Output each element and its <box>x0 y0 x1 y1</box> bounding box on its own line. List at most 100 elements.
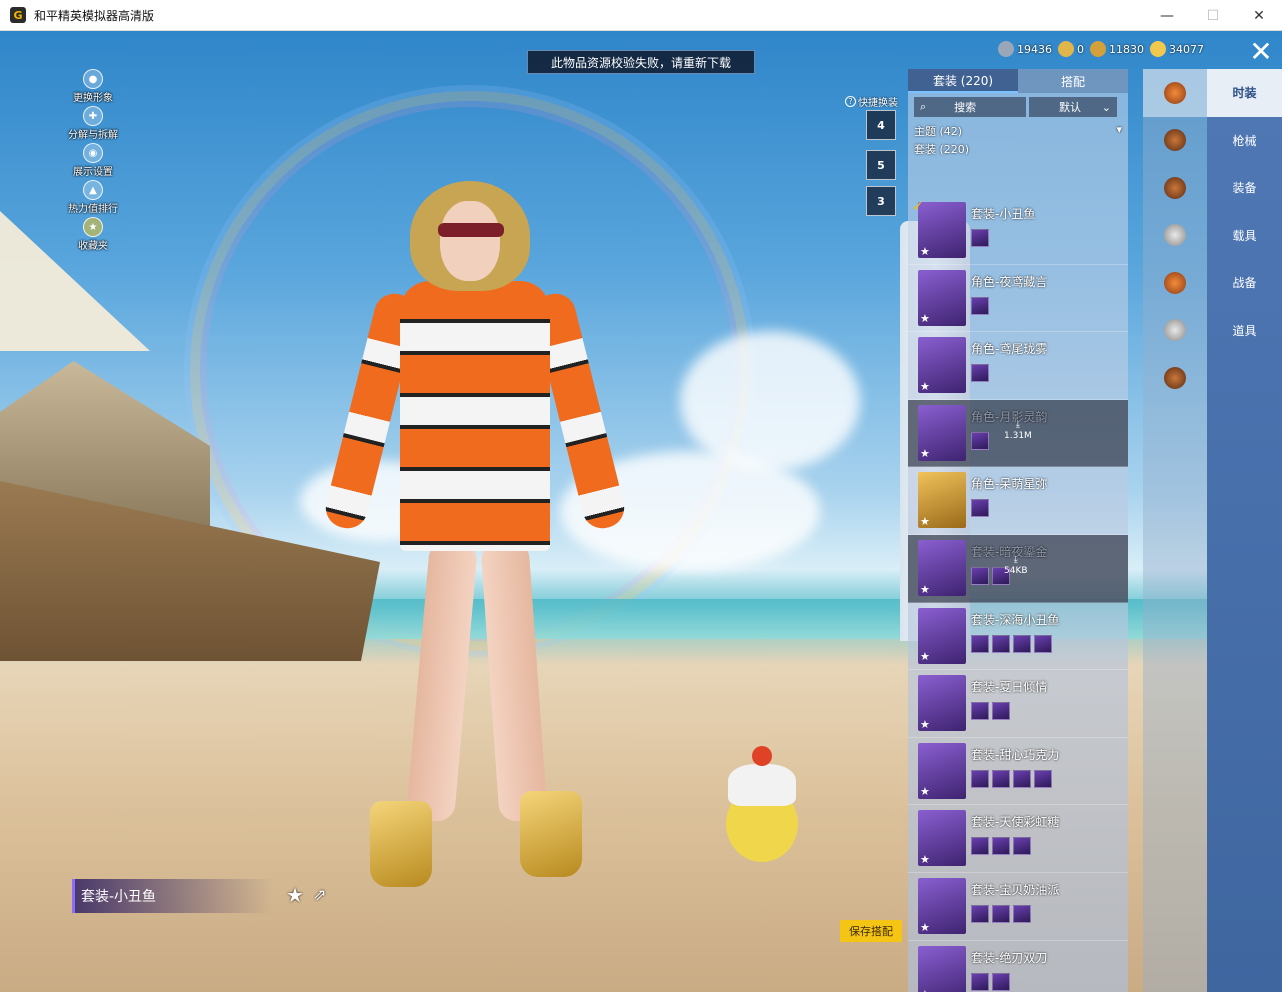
download-button[interactable]: ⤓ 1.31M <box>1004 420 1032 442</box>
mask-icon <box>1164 224 1186 247</box>
currency-value: 19436 <box>1017 42 1052 56</box>
currency-value: 11830 <box>1109 42 1144 56</box>
outfit-row[interactable]: ★ 套装-深海小丑鱼 <box>908 603 1128 671</box>
sort-value: 默认 <box>1059 101 1081 114</box>
nav-equipment[interactable]: 装备 <box>1207 164 1282 212</box>
outfit-row[interactable]: ★ 角色-鸢尾珑雾 <box>908 332 1128 400</box>
heat-ranking-button[interactable]: ▲ 热力值排行 <box>58 180 128 217</box>
caret-down-icon: ▾ <box>1116 123 1122 136</box>
character-model[interactable] <box>321 181 629 901</box>
outfit-row[interactable]: ★ 角色-夜鸢藏言 <box>908 265 1128 333</box>
favorites-button[interactable]: ★ 收藏夹 <box>58 217 128 254</box>
quick-slot-2[interactable]: 5 <box>866 150 896 180</box>
category-vehicle[interactable] <box>1143 354 1207 402</box>
outfit-panel: 套装 (220) 搭配 ⌕ 搜索 默认 ⌄ 主题 (42) ▾ 套装 (220)… <box>908 69 1128 992</box>
quick-slot-3[interactable]: 3 <box>866 186 896 216</box>
outfit-row[interactable]: ★ 套装-甜心巧克力 <box>908 738 1128 806</box>
search-row: ⌕ 搜索 默认 ⌄ <box>908 93 1128 121</box>
window-title: 和平精英模拟器高清版 <box>34 8 155 23</box>
search-input[interactable]: ⌕ 搜索 <box>914 97 1026 117</box>
close-icon[interactable]: ✕ <box>1242 34 1280 68</box>
outfit-row[interactable]: ★ 套装-暗夜鎏金 ⤓ 54KB <box>908 534 1128 603</box>
outfit-part-icon <box>992 837 1010 856</box>
outfit-row[interactable]: ★ 角色-呆萌星弥 <box>908 467 1128 535</box>
checkmark-icon: ✓ <box>912 199 924 215</box>
currency-ticket: 0 <box>1058 41 1084 57</box>
outfit-part-icon <box>1013 837 1031 856</box>
maximize-button[interactable]: ☐ <box>1190 0 1236 31</box>
quick-slot-1[interactable]: 4 <box>866 110 896 140</box>
close-window-button[interactable]: ✕ <box>1236 0 1282 31</box>
flame-icon: ▲ <box>83 180 103 200</box>
outfit-row[interactable]: ★ 套装-夏日倾情 <box>908 670 1128 738</box>
currency-gold: 34077 <box>1150 41 1204 57</box>
silver-coin-icon <box>998 41 1014 57</box>
pirate-ship <box>0 151 380 661</box>
currency-value: 0 <box>1077 42 1084 56</box>
outfit-thumbnail <box>918 945 966 992</box>
category-gun-skin[interactable] <box>1143 117 1207 165</box>
category-mask[interactable] <box>1143 212 1207 260</box>
tab-combos[interactable]: 搭配 <box>1018 69 1128 93</box>
help-icon[interactable]: ? <box>845 96 856 107</box>
outfit-part-icon <box>992 702 1010 721</box>
category-parachute[interactable] <box>1143 307 1207 355</box>
share-icon[interactable]: ⇗ <box>313 885 335 904</box>
quick-change-label[interactable]: ? 快捷换装 <box>845 94 898 109</box>
outfit-icon <box>1164 81 1186 104</box>
outfit-name: 套装-甜心巧克力 <box>971 747 1060 762</box>
category-helmet[interactable] <box>1143 164 1207 212</box>
character-head <box>440 201 500 281</box>
chick-pet[interactable] <box>722 746 802 866</box>
favorite-star-icon[interactable]: ★ <box>286 883 304 907</box>
clownfish-dress <box>400 281 550 551</box>
nav-fashion[interactable]: 时装 <box>1207 69 1282 117</box>
outfit-parts <box>971 229 989 247</box>
star-icon: ★ <box>920 717 930 731</box>
outfit-name: 角色-呆萌星弥 <box>971 477 1048 492</box>
change-appearance-button[interactable]: ● 更换形象 <box>58 69 128 106</box>
eye-icon: ◉ <box>83 143 103 163</box>
right-gold-boot <box>520 791 582 877</box>
vehicle-icon <box>1164 366 1186 389</box>
category-outfit[interactable] <box>1143 69 1207 117</box>
outfit-name: 角色-鸢尾珑雾 <box>971 342 1048 357</box>
outfit-row[interactable]: ★ 角色-月影灵韵 ⤓ 1.31M <box>908 399 1128 468</box>
sort-dropdown[interactable]: 默认 ⌄ <box>1029 97 1117 117</box>
game-viewport: 此物品资源校验失败，请重新下载 ● 更换形象 ✚ 分解与拆解 ◉ 展示设置 ▲ … <box>0 31 1282 992</box>
outfit-part-icon <box>1034 769 1052 788</box>
save-outfit-button[interactable]: 保存搭配 <box>840 920 902 942</box>
outfit-parts <box>971 702 1010 721</box>
outfit-row[interactable]: ★ 套装-天使彩虹糖 <box>908 805 1128 873</box>
nav-props[interactable]: 道具 <box>1207 307 1282 355</box>
outfit-parts <box>971 296 989 315</box>
outfit-name: 角色-夜鸢藏言 <box>971 274 1048 289</box>
gear-icon: ✚ <box>83 106 103 126</box>
quick-change-text: 快捷换装 <box>858 98 898 109</box>
star-icon: ★ <box>920 650 930 664</box>
minimize-button[interactable]: — <box>1144 0 1190 31</box>
helmet-icon <box>1164 176 1186 199</box>
download-size: 1.31M <box>1004 430 1032 441</box>
category-outfit-2[interactable] <box>1143 259 1207 307</box>
outfit-row[interactable]: ★ 套装-宝贝奶油派 <box>908 873 1128 941</box>
outfit-parts <box>971 499 989 518</box>
display-settings-button[interactable]: ◉ 展示设置 <box>58 143 128 180</box>
nav-vehicles[interactable]: 载具 <box>1207 212 1282 260</box>
menu-label: 分解与拆解 <box>68 130 118 141</box>
nav-weapons[interactable]: 枪械 <box>1207 117 1282 165</box>
window-titlebar: G 和平精英模拟器高清版 — ☐ ✕ <box>0 0 1282 31</box>
chick-comb <box>752 746 772 766</box>
star-icon: ★ <box>83 217 103 237</box>
nav-war-gear[interactable]: 战备 <box>1207 259 1282 307</box>
outfit-row[interactable]: ★ 套装-绝刃双刀 <box>908 941 1128 992</box>
outfit-name: 套装-宝贝奶油派 <box>971 882 1060 897</box>
theme-filter[interactable]: 主题 (42) ▾ <box>908 121 1128 141</box>
currency-medal: 11830 <box>1090 41 1144 57</box>
tab-outfits[interactable]: 套装 (220) <box>908 69 1018 93</box>
outfit-part-icon <box>1013 634 1031 653</box>
download-button[interactable]: ⤓ 54KB <box>1004 555 1028 577</box>
outfit-row[interactable]: ★ ✓ 套装-小丑鱼 <box>908 197 1128 265</box>
chevron-down-icon: ⌄ <box>1101 100 1111 114</box>
decompose-button[interactable]: ✚ 分解与拆解 <box>58 106 128 143</box>
